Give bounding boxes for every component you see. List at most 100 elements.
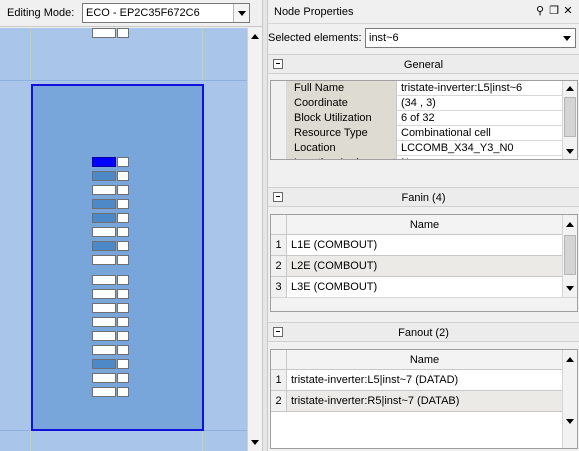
name-column-label: Name (409, 219, 440, 231)
general-section-header[interactable]: General (268, 54, 579, 74)
logic-cell[interactable] (92, 241, 116, 251)
logic-cell[interactable] (92, 157, 116, 167)
grid-line (202, 430, 203, 451)
logic-cell[interactable] (117, 241, 129, 251)
grid-line (30, 28, 31, 80)
logic-cell[interactable] (92, 255, 116, 265)
logic-cell[interactable] (92, 199, 116, 209)
logic-cell[interactable] (92, 275, 116, 285)
logic-cell[interactable] (92, 213, 116, 223)
property-row[interactable]: Resource Type Combinational cell (271, 126, 562, 141)
panel-title: Node Properties (274, 6, 354, 18)
restore-icon[interactable]: ❐ (548, 5, 560, 17)
property-row[interactable]: Full Name tristate-inverter:L5|inst~6 (271, 81, 562, 96)
list-item[interactable]: 2 tristate-inverter:R5|inst~7 (DATAB) (271, 391, 562, 412)
logic-cell[interactable] (92, 289, 116, 299)
scroll-down-icon[interactable] (563, 414, 577, 428)
close-icon[interactable]: ✕ (562, 5, 574, 17)
floorplan-vertical-scrollbar[interactable] (247, 28, 262, 451)
node-properties-titlebar: Node Properties ⚲ ❐ ✕ (268, 0, 579, 24)
logic-cell[interactable] (92, 317, 116, 327)
property-value[interactable]: Combinational cell (398, 126, 491, 141)
general-properties-grid: Full Name tristate-inverter:L5|inst~6 Coor… (270, 80, 578, 160)
chevron-down-icon[interactable] (233, 4, 249, 22)
node-name: tristate-inverter:L5|inst~7 (DATAD) (291, 374, 459, 386)
fanout-column-header[interactable]: Name (271, 350, 562, 370)
logic-cell[interactable] (92, 359, 116, 369)
property-value[interactable]: (34 , 3) (398, 96, 436, 111)
logic-cell[interactable] (117, 303, 129, 313)
logic-cell[interactable] (92, 331, 116, 341)
logic-cell[interactable] (117, 359, 129, 369)
scroll-up-icon[interactable] (563, 352, 577, 366)
logic-cell[interactable] (117, 345, 129, 355)
general-vertical-scrollbar[interactable] (562, 81, 577, 159)
selected-elements-value: inst~6 (369, 32, 399, 44)
property-row[interactable]: Coordinate (34 , 3) (271, 96, 562, 111)
scroll-up-icon[interactable] (563, 81, 577, 95)
logic-cell[interactable] (117, 157, 129, 167)
list-item[interactable]: 2 L2E (COMBOUT) (271, 256, 562, 277)
chevron-down-icon[interactable] (560, 30, 574, 46)
row-number: 1 (271, 235, 287, 255)
scroll-up-icon[interactable] (563, 217, 577, 231)
editing-mode-select[interactable]: ECO - EP2C35F672C6 (82, 3, 250, 23)
logic-cell[interactable] (117, 185, 129, 195)
section-title: Fanout (2) (398, 327, 449, 339)
list-item[interactable]: 1 tristate-inverter:L5|inst~7 (DATAD) (271, 370, 562, 391)
logic-cell[interactable] (92, 373, 116, 383)
logic-cell[interactable] (117, 227, 129, 237)
scroll-thumb[interactable] (564, 97, 576, 137)
logic-cell[interactable] (117, 275, 129, 285)
property-value[interactable]: N (398, 156, 409, 159)
scroll-down-icon[interactable] (563, 281, 577, 295)
logic-cell[interactable] (92, 227, 116, 237)
fanout-vertical-scrollbar[interactable] (562, 350, 577, 448)
fanin-section-header[interactable]: Fanin (4) (268, 187, 579, 207)
grid-line (202, 28, 203, 80)
logic-cell[interactable] (92, 28, 116, 38)
property-value[interactable]: 6 of 32 (398, 111, 435, 126)
chip-planner-pane: Editing Mode: ECO - EP2C35F672C6 (0, 0, 262, 451)
logic-cell[interactable] (117, 255, 129, 265)
scroll-up-icon[interactable] (248, 29, 262, 43)
fanout-section-header[interactable]: Fanout (2) (268, 322, 579, 342)
list-item[interactable]: 3 L3E (COMBOUT) (271, 277, 562, 298)
logic-cell[interactable] (117, 387, 129, 397)
row-header (271, 111, 287, 126)
fanin-vertical-scrollbar[interactable] (562, 215, 577, 297)
logic-cell[interactable] (117, 171, 129, 181)
scroll-thumb[interactable] (564, 235, 576, 275)
logic-cell[interactable] (92, 387, 116, 397)
logic-cell[interactable] (117, 199, 129, 209)
logic-cell[interactable] (117, 213, 129, 223)
logic-cell[interactable] (92, 171, 116, 181)
property-value[interactable]: LCCOMB_X34_Y3_N0 (398, 141, 514, 156)
logic-cell[interactable] (117, 373, 129, 383)
logic-cell[interactable] (92, 185, 116, 195)
fanin-horizontal-scrollbar[interactable] (271, 297, 577, 311)
logic-cell[interactable] (117, 289, 129, 299)
logic-cell[interactable] (92, 345, 116, 355)
list-item[interactable]: 1 L1E (COMBOUT) (271, 235, 562, 256)
fanout-list: Name 1 tristate-inverter:L5|inst~7 (DATAD… (270, 349, 578, 449)
property-row[interactable]: Location LCCOMB_X34_Y3_N0 (271, 141, 562, 156)
pin-icon[interactable]: ⚲ (534, 5, 546, 17)
property-key: Full Name (287, 81, 397, 96)
scroll-down-icon[interactable] (248, 435, 262, 449)
row-number: 2 (271, 391, 287, 411)
scroll-down-icon[interactable] (563, 144, 577, 158)
property-key: Location Assignment (287, 156, 397, 159)
fanin-column-header[interactable]: Name (271, 215, 562, 235)
editing-mode-bar: Editing Mode: ECO - EP2C35F672C6 (0, 0, 262, 27)
logic-cell[interactable] (117, 331, 129, 341)
property-row[interactable]: Location AssignmentN (271, 156, 562, 159)
logic-cell[interactable] (92, 303, 116, 313)
row-header (271, 141, 287, 156)
property-row[interactable]: Block Utilization 6 of 32 (271, 111, 562, 126)
property-value[interactable]: tristate-inverter:L5|inst~6 (398, 81, 522, 96)
logic-cell[interactable] (117, 317, 129, 327)
floorplan-canvas[interactable] (0, 28, 247, 451)
logic-cell[interactable] (117, 28, 129, 38)
selected-elements-select[interactable]: inst~6 (365, 28, 576, 48)
